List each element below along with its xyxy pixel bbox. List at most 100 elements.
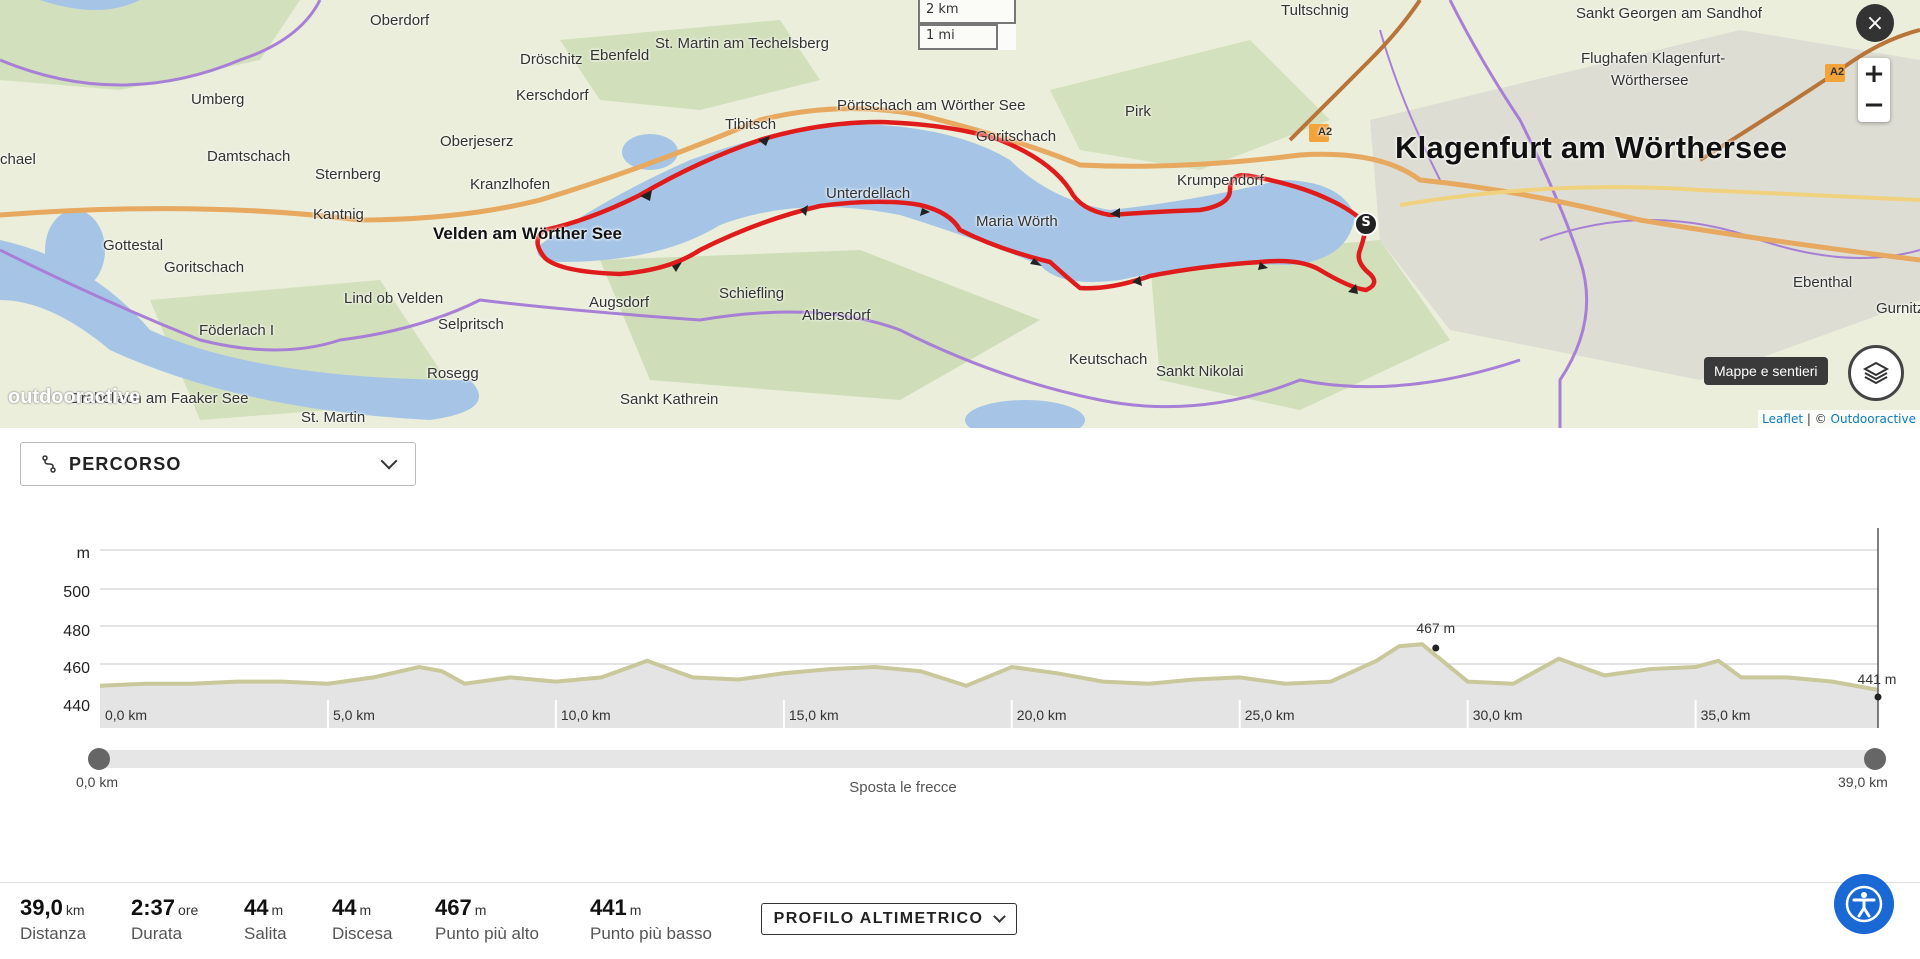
y-tick-label: 480 (63, 623, 90, 640)
close-icon: × (1865, 10, 1885, 36)
stat-highest-point: 467 m Punto più alto (435, 895, 539, 944)
route-icon (42, 455, 56, 473)
y-axis-unit: m (77, 545, 90, 562)
stat-value: 467 (435, 895, 472, 920)
stat-unit: m (359, 902, 372, 918)
place-label: Sankt Kathrein (620, 391, 719, 408)
place-label: Maria Wörth (976, 213, 1058, 230)
x-tick-label: 35,0 km (1701, 707, 1751, 723)
map-attribution: Leaflet | © Outdooractive (1758, 410, 1920, 428)
outdooractive-link[interactable]: Outdooractive (1831, 412, 1916, 426)
start-marker[interactable]: S (1359, 215, 1373, 230)
place-label: Ebenfeld (590, 47, 650, 64)
attribution-separator: | © (1803, 412, 1831, 426)
place-label: Oberdorf (370, 12, 430, 29)
annotation-point (1874, 693, 1882, 701)
scale-mi: 1 mi (918, 24, 998, 50)
zoom-out-button[interactable]: − (1863, 91, 1885, 121)
stat-ascent: 44 m Salita (244, 895, 287, 944)
place-label: Dröschitz (520, 51, 583, 68)
y-tick-label: 500 (63, 584, 90, 601)
x-tick-label: 20,0 km (1017, 707, 1067, 723)
place-label: Oberjeserz (440, 133, 514, 150)
stat-unit: m (629, 902, 642, 918)
route-dropdown-label: PERCORSO (69, 453, 182, 474)
place-label: chael (0, 151, 36, 168)
place-label: Goritschach (164, 259, 245, 276)
x-tick-label: 15,0 km (789, 707, 839, 723)
stat-value: 39,0 (20, 895, 63, 920)
stat-value: 44 (244, 895, 269, 920)
stat-unit: m (474, 902, 487, 918)
place-label: Ebenthal (1793, 274, 1853, 291)
stat-label: Durata (131, 924, 183, 943)
y-tick-label: 440 (63, 698, 90, 715)
place-label: Krumpendorf (1177, 172, 1264, 189)
place-label: Pörtschach am Wörther See (837, 97, 1026, 114)
slider-hint: Sposta le frecce (849, 779, 957, 796)
town-label: Velden am Wörther See (433, 224, 622, 243)
x-tick-label: 5,0 km (333, 707, 375, 723)
place-label: Flughafen Klagenfurt- (1581, 50, 1726, 67)
close-map-button[interactable]: × (1856, 4, 1894, 42)
chevron-down-icon (993, 909, 1007, 923)
outdooractive-watermark: outdooractive (8, 386, 141, 408)
accessibility-button[interactable] (1834, 874, 1894, 934)
x-tick-label: 30,0 km (1473, 707, 1523, 723)
stat-label: Salita (244, 924, 287, 943)
road-badge-a2: A2 (1318, 126, 1333, 138)
zoom-control: + − (1858, 58, 1890, 122)
place-label: Sankt Georgen am Sandhof (1576, 5, 1762, 22)
place-label: Tultschnig (1281, 2, 1349, 19)
road-badge-a2: A2 (1830, 66, 1845, 78)
x-tick-label: 10,0 km (561, 707, 611, 723)
place-label: Tibitsch (725, 116, 777, 133)
range-slider-start-handle[interactable] (88, 748, 110, 770)
stat-label: Distanza (20, 924, 87, 943)
place-label: Goritschach (976, 128, 1057, 145)
leaflet-link[interactable]: Leaflet (1762, 412, 1803, 426)
place-label: Schiefling (719, 285, 785, 302)
stat-value: 441 (590, 895, 627, 920)
place-label: Rosegg (427, 365, 479, 382)
range-slider-end-handle[interactable] (1864, 748, 1886, 770)
chevron-down-icon (380, 452, 398, 470)
route-dropdown[interactable]: PERCORSO (20, 442, 416, 486)
place-label: Lind ob Velden (344, 290, 444, 307)
place-label: Keutschach (1069, 351, 1148, 368)
stat-label: Punto più basso (590, 924, 712, 943)
map[interactable]: A2 A2 S Oberdorf Dröschitz Ebenfeld St. … (0, 0, 1920, 428)
accessibility-icon (1845, 885, 1883, 923)
stat-unit: m (271, 902, 284, 918)
elevation-profile-label: PROFILO ALTIMETRICO (773, 910, 984, 927)
place-label: Kantnig (313, 206, 364, 223)
place-label: Pirk (1125, 103, 1151, 120)
place-label: Selpritsch (438, 316, 504, 333)
stat-distance: 39,0 km Distanza (20, 895, 86, 944)
stat-lowest-point: 441 m Punto più basso (590, 895, 712, 944)
map-scale: 2 km 1 mi (918, 0, 1016, 50)
stat-unit: ore (178, 902, 199, 918)
stat-label: Punto più alto (435, 924, 539, 943)
place-label: Sankt Nikolai (1156, 363, 1244, 380)
range-slider-track[interactable] (98, 750, 1876, 768)
place-label: Augsdorf (589, 294, 650, 311)
annotation-point (1432, 644, 1440, 652)
elevation-profile-dropdown[interactable]: PROFILO ALTIMETRICO (761, 903, 1017, 935)
place-label: Unterdellach (826, 185, 911, 202)
elevation-profile-chart[interactable]: m 500 480 460 440 0,0 km 5,0 km 10,0 km 15,0 km 2… (0, 520, 1920, 740)
zoom-in-button[interactable]: + (1863, 59, 1885, 89)
scale-km: 2 km (918, 0, 1016, 24)
y-tick-label: 460 (63, 660, 90, 677)
stat-value: 2:37 (131, 895, 176, 920)
slider-max-label: 39,0 km (1838, 774, 1888, 790)
stat-unit: km (65, 902, 85, 918)
layers-button[interactable] (1848, 345, 1904, 401)
place-label: Kranzlhofen (470, 176, 551, 193)
place-label: Umberg (191, 91, 245, 108)
city-label: Klagenfurt am Wörthersee (1395, 130, 1788, 165)
x-tick-label: 25,0 km (1245, 707, 1295, 723)
place-label: Damtschach (207, 148, 291, 165)
place-label: Gurnitz (1876, 300, 1920, 317)
stat-duration: 2:37 ore Durata (131, 895, 198, 944)
